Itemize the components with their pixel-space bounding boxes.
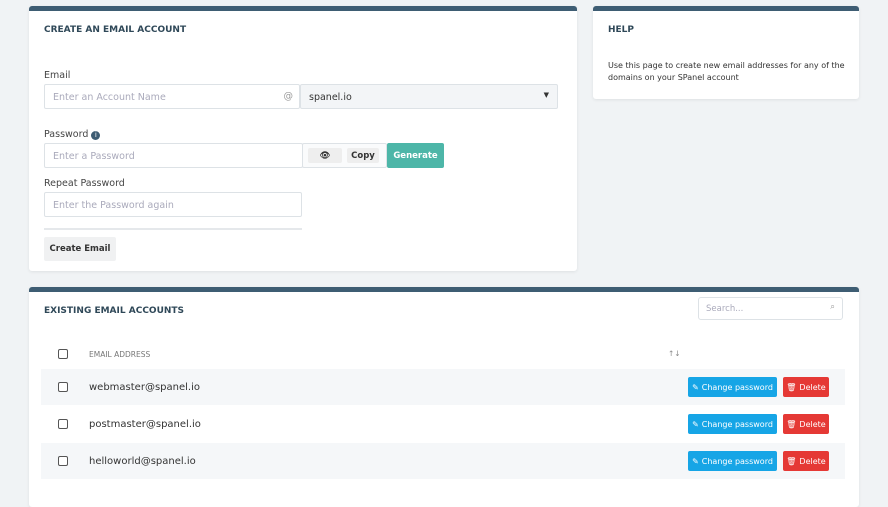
copy-button[interactable]: Copy <box>347 148 379 163</box>
domain-select[interactable]: spanel.io ▼ <box>300 84 558 109</box>
delete-button[interactable]: 🗑 Delete <box>783 414 829 434</box>
search-input[interactable]: Search... ⌕ <box>698 297 843 320</box>
password-input[interactable]: Enter a Password <box>44 143 303 168</box>
account-name-input[interactable]: Enter an Account Name @ <box>44 84 300 109</box>
column-email-header[interactable]: EMAIL ADDRESS <box>89 350 150 359</box>
account-placeholder: Enter an Account Name <box>53 92 166 103</box>
info-icon[interactable]: i <box>91 131 101 140</box>
show-password-button[interactable]: 👁 <box>308 148 342 163</box>
delete-label: Delete <box>799 456 826 466</box>
table-row: helloworld@spanel.io ✎ Change password 🗑 Del… <box>41 443 845 479</box>
email-label: Email <box>44 70 71 81</box>
row-checkbox[interactable] <box>58 456 68 466</box>
create-email-button[interactable]: Create Email <box>44 237 116 261</box>
edit-icon: ✎ <box>692 382 699 392</box>
existing-title: EXISTING EMAIL ACCOUNTS <box>44 306 185 316</box>
change-label: Change password <box>701 456 773 466</box>
change-label: Change password <box>701 419 773 429</box>
delete-label: Delete <box>799 419 826 429</box>
password-label: Password i <box>44 129 101 140</box>
repeat-password-input[interactable]: Enter the Password again <box>44 192 302 217</box>
trash-icon: 🗑 <box>786 456 797 466</box>
select-all-checkbox[interactable] <box>58 349 68 359</box>
delete-button[interactable]: 🗑 Delete <box>783 451 829 471</box>
delete-button[interactable]: 🗑 Delete <box>783 377 829 397</box>
help-text: Use this page to create new email addres… <box>608 61 845 82</box>
edit-icon: ✎ <box>692 456 699 466</box>
caret-down-icon: ▼ <box>543 91 549 99</box>
repeat-password-label: Repeat Password <box>44 178 125 189</box>
existing-accounts-card: EXISTING EMAIL ACCOUNTS Search... ⌕ EMAIL… <box>29 287 859 507</box>
generate-button[interactable]: Generate <box>387 143 444 168</box>
search-placeholder: Search... <box>706 304 744 314</box>
change-password-button[interactable]: ✎ Change password <box>688 451 777 471</box>
edit-icon: ✎ <box>692 419 699 429</box>
change-password-button[interactable]: ✎ Change password <box>688 377 777 397</box>
sort-icon[interactable]: ↑↓ <box>668 349 681 358</box>
password-label-text: Password <box>44 129 89 140</box>
change-label: Change password <box>701 382 773 392</box>
delete-label: Delete <box>799 382 826 392</box>
help-title: HELP <box>608 25 635 35</box>
table-row: webmaster@spanel.io ✎ Change password 🗑 Dele… <box>41 369 845 405</box>
email-address: postmaster@spanel.io <box>89 418 201 430</box>
row-checkbox[interactable] <box>58 382 68 392</box>
create-email-card: CREATE AN EMAIL ACCOUNT Email Enter an A… <box>29 6 577 271</box>
search-icon: ⌕ <box>830 302 835 312</box>
trash-icon: 🗑 <box>786 419 797 429</box>
strength-bar <box>44 228 302 230</box>
trash-icon: 🗑 <box>786 382 797 392</box>
email-address: webmaster@spanel.io <box>89 381 200 393</box>
email-address: helloworld@spanel.io <box>89 455 196 467</box>
at-icon: @ <box>283 91 294 102</box>
card-title: CREATE AN EMAIL ACCOUNT <box>44 25 187 35</box>
help-card: HELP Use this page to create new email a… <box>593 6 859 99</box>
table-row: postmaster@spanel.io ✎ Change password 🗑 Del… <box>41 406 845 442</box>
domain-value: spanel.io <box>309 92 352 103</box>
row-checkbox[interactable] <box>58 419 68 429</box>
change-password-button[interactable]: ✎ Change password <box>688 414 777 434</box>
